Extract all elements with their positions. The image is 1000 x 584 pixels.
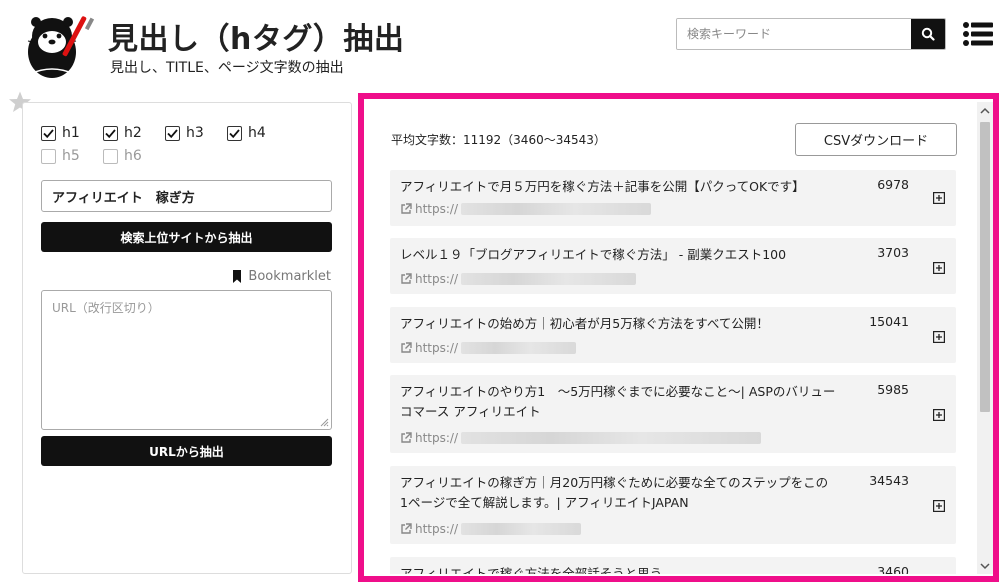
external-link-icon <box>401 523 412 534</box>
site-search <box>676 18 946 50</box>
url-prefix: https:// <box>415 272 459 286</box>
checkbox-box <box>227 125 242 141</box>
result-title[interactable]: アフィリエイトで月５万円を稼ぐ方法＋記事を公開【パクってOKです】 <box>400 177 836 197</box>
checkbox-box <box>41 125 56 141</box>
url-prefix: https:// <box>415 341 459 355</box>
scroll-up-icon[interactable] <box>979 106 991 116</box>
url-prefix: https:// <box>415 431 459 445</box>
result-char-count: 5985 <box>877 382 909 397</box>
url-prefix: https:// <box>415 522 459 536</box>
result-item: アフィリエイトで稼ぐ方法を全部話そうと思う 3460 <box>390 557 956 574</box>
results-panel: 平均文字数：11192（3460〜34543） CSVダウンロード アフィリエイ… <box>367 102 977 574</box>
result-title[interactable]: アフィリエイトで稼ぐ方法を全部話そうと思う <box>400 564 836 574</box>
otter-mascot-logo <box>27 16 95 78</box>
redacted-url <box>461 342 577 354</box>
scroll-down-icon[interactable] <box>979 561 991 571</box>
expand-plus-icon[interactable] <box>933 409 945 421</box>
bookmarklet-label: Bookmarklet <box>248 269 331 284</box>
result-url[interactable]: https:// <box>400 522 582 536</box>
heading-checkbox-row-1: h1 h2 h3 h4 <box>41 125 289 141</box>
checkbox-h1[interactable]: h1 <box>41 125 103 141</box>
check-icon <box>229 128 240 138</box>
result-title[interactable]: レベル１９「ブログアフィリエイトで稼ぐ方法」 - 副業クエスト100 <box>400 245 836 265</box>
result-url[interactable]: https:// <box>400 431 762 445</box>
result-item: アフィリエイトのやり方1 〜5万円稼ぐまでに必要なこと〜| ASPのバリューコマ… <box>390 375 956 453</box>
checkbox-label: h3 <box>186 125 204 141</box>
extract-from-url-button[interactable]: URLから抽出 <box>41 436 332 466</box>
result-item: アフィリエイトで月５万円を稼ぐ方法＋記事を公開【パクってOKです】 6978 h… <box>390 170 956 226</box>
extract-settings-panel: h1 h2 h3 h4 h5 h6 検索上位サイトから抽出 Bookmarkle… <box>22 102 352 574</box>
redacted-url <box>461 432 762 444</box>
expand-plus-icon[interactable] <box>933 262 945 274</box>
result-title[interactable]: アフィリエイトの稼ぎ方｜月20万円稼ぐために必要な全てのステップをこの1ページで… <box>400 473 836 513</box>
result-url[interactable]: https:// <box>400 341 577 355</box>
csv-download-button[interactable]: CSVダウンロード <box>795 123 957 156</box>
site-search-input[interactable] <box>677 19 911 49</box>
external-link-icon <box>401 203 412 214</box>
result-url[interactable]: https:// <box>400 202 652 216</box>
result-title[interactable]: アフィリエイトの始め方｜初心者が月5万稼ぐ方法をすべて公開！ <box>400 314 836 334</box>
checkbox-h4[interactable]: h4 <box>227 125 289 141</box>
result-item: アフィリエイトの始め方｜初心者が月5万稼ぐ方法をすべて公開！ 15041 htt… <box>390 307 956 363</box>
result-url[interactable]: https:// <box>400 272 637 286</box>
checkbox-label: h1 <box>62 125 80 141</box>
checkbox-box <box>103 148 118 164</box>
checkbox-label: h6 <box>124 148 142 164</box>
extract-from-search-button[interactable]: 検索上位サイトから抽出 <box>41 222 332 252</box>
resize-grip-icon[interactable] <box>319 417 329 427</box>
page-title: 見出し（hタグ）抽出 <box>108 22 405 57</box>
checkbox-box <box>165 125 180 141</box>
url-textarea[interactable] <box>41 290 332 430</box>
result-char-count: 3703 <box>877 245 909 260</box>
checkbox-h3[interactable]: h3 <box>165 125 227 141</box>
bookmarklet-link[interactable]: Bookmarklet <box>232 269 331 284</box>
checkbox-box <box>103 125 118 141</box>
redacted-url <box>461 523 582 535</box>
checkbox-h6[interactable]: h6 <box>103 148 165 164</box>
redacted-url <box>461 203 652 215</box>
expand-plus-icon[interactable] <box>933 500 945 512</box>
redacted-url <box>461 273 637 285</box>
checkbox-h2[interactable]: h2 <box>103 125 165 141</box>
checkbox-h5[interactable]: h5 <box>41 148 103 164</box>
check-icon <box>167 128 178 138</box>
hamburger-menu-icon[interactable] <box>963 21 993 47</box>
result-title[interactable]: アフィリエイトのやり方1 〜5万円稼ぐまでに必要なこと〜| ASPのバリューコマ… <box>400 382 836 422</box>
result-char-count: 34543 <box>869 473 909 488</box>
average-char-count: 平均文字数：11192（3460〜34543） <box>391 133 606 147</box>
result-char-count: 6978 <box>877 177 909 192</box>
url-prefix: https:// <box>415 202 459 216</box>
external-link-icon <box>401 342 412 353</box>
external-link-icon <box>401 432 412 443</box>
result-item: レベル１９「ブログアフィリエイトで稼ぐ方法」 - 副業クエスト100 3703 … <box>390 238 956 294</box>
page-subtitle: 見出し、TITLE、ページ文字数の抽出 <box>110 60 344 76</box>
checkbox-box <box>41 148 56 164</box>
check-icon <box>105 128 116 138</box>
keyword-input[interactable] <box>41 180 332 212</box>
heading-checkbox-row-2: h5 h6 <box>41 148 165 164</box>
scrollbar-thumb[interactable] <box>980 122 990 412</box>
checkbox-label: h4 <box>248 125 266 141</box>
search-button[interactable] <box>911 19 945 49</box>
result-char-count: 3460 <box>877 564 909 574</box>
checkbox-label: h2 <box>124 125 142 141</box>
search-icon <box>921 27 935 41</box>
result-item: アフィリエイトの稼ぎ方｜月20万円稼ぐために必要な全てのステップをこの1ページで… <box>390 466 956 544</box>
expand-plus-icon[interactable] <box>933 192 945 204</box>
check-icon <box>43 128 54 138</box>
checkbox-label: h5 <box>62 148 80 164</box>
bookmark-icon <box>233 270 242 283</box>
expand-plus-icon[interactable] <box>933 331 945 343</box>
result-char-count: 15041 <box>869 314 909 329</box>
external-link-icon <box>401 273 412 284</box>
